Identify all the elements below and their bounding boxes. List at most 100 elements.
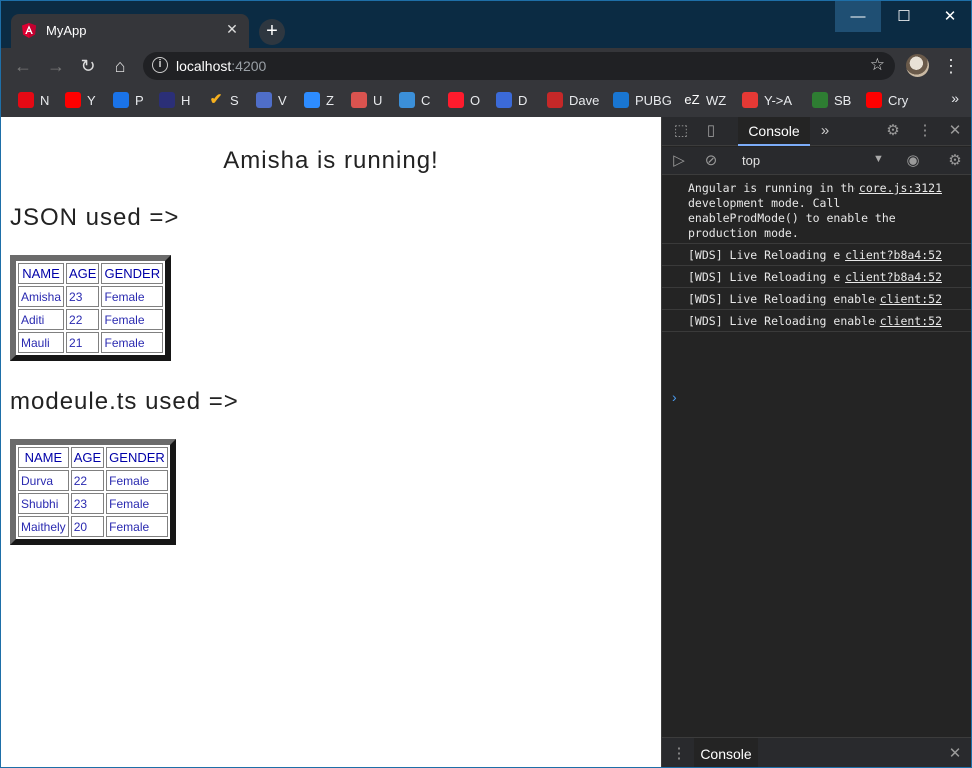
bookmark-item[interactable]: ✔ S <box>208 90 239 110</box>
save-icon <box>547 92 563 108</box>
tab-title: MyApp <box>46 23 87 38</box>
cell-age: 23 <box>66 286 100 307</box>
column-header-age: AGE <box>66 263 100 284</box>
live-expression-eye-icon[interactable]: ◉ <box>902 150 924 172</box>
browser-tab[interactable]: MyApp ✕ <box>11 14 249 48</box>
console-source-link[interactable]: core.js:3121 <box>854 181 942 196</box>
bookmark-label: V <box>278 92 287 108</box>
drawer-menu-icon[interactable]: ⋮ <box>668 743 690 765</box>
bookmark-item[interactable]: C <box>399 90 430 110</box>
column-header-gender: GENDER <box>101 263 164 284</box>
bookmark-item[interactable]: SB <box>812 90 851 110</box>
bookmark-item[interactable]: Y->A <box>742 90 792 110</box>
cell-gender: Female <box>101 286 164 307</box>
cell-age: 21 <box>66 332 100 353</box>
cell-name: Maithely <box>18 516 69 537</box>
settings-gear-icon[interactable]: ⚙ <box>882 120 904 142</box>
console-toolbar: ▷ ⊘ top ▼ ◉ ⚙ <box>662 147 971 175</box>
console-settings-gear-icon[interactable]: ⚙ <box>944 150 966 172</box>
minimize-button[interactable]: — <box>835 1 881 32</box>
cell-age: 22 <box>66 309 100 330</box>
bookmark-label: U <box>373 92 383 108</box>
ez-icon: eZ <box>684 92 700 107</box>
tab-console[interactable]: Console <box>738 117 810 146</box>
title-bar: MyApp ✕ + — ☐ ✕ <box>1 1 971 48</box>
table-row: Aditi 22 Female <box>18 309 164 330</box>
bookmark-item[interactable]: O <box>448 90 480 110</box>
bookmark-item[interactable]: H <box>159 90 190 110</box>
table-row: Maithely 20 Female <box>18 516 168 537</box>
cell-name: Aditi <box>18 309 65 330</box>
column-header-name: NAME <box>18 447 69 468</box>
console-prompt[interactable]: › <box>672 389 677 405</box>
cell-name: Mauli <box>18 332 65 353</box>
chevron-down-icon[interactable]: ▼ <box>873 153 884 165</box>
window-close-button[interactable]: ✕ <box>927 1 971 32</box>
bookmark-item[interactable]: N <box>18 90 49 110</box>
console-source-link[interactable]: client?b8a4:52 <box>841 270 942 285</box>
console-source-link[interactable]: client?b8a4:52 <box>841 248 942 263</box>
bookmark-item[interactable]: V <box>256 90 287 110</box>
bookmark-item[interactable]: D <box>496 90 527 110</box>
bookmark-item[interactable]: eZ WZ <box>684 90 726 110</box>
browser-menu-icon[interactable]: ⋮ <box>941 52 961 80</box>
new-tab-button[interactable]: + <box>259 19 285 45</box>
inspect-element-icon[interactable]: ⬚ <box>670 120 692 142</box>
bookmark-item[interactable]: PUBG <box>613 90 672 110</box>
bookmark-star-icon[interactable]: ☆ <box>870 55 885 75</box>
bookmark-label: Dave <box>569 92 600 108</box>
netflix-icon <box>18 92 34 108</box>
window-controls: — ☐ ✕ <box>835 1 971 32</box>
hindi-icon <box>159 92 175 108</box>
console-source-link[interactable]: client:52 <box>875 314 942 329</box>
bookmark-label: O <box>470 92 481 108</box>
drawer-tab-console[interactable]: Console <box>694 738 758 767</box>
devtools-menu-icon[interactable]: ⋮ <box>914 120 936 142</box>
module-table: NAME AGE GENDER Durva 22 Female Shubhi 23 Fem… <box>10 439 176 545</box>
bookmarks-overflow-icon[interactable]: » <box>951 90 959 106</box>
home-icon[interactable]: ⌂ <box>106 52 134 80</box>
bookmark-label: P <box>135 92 144 108</box>
address-bar[interactable]: i localhost:4200 ☆ <box>143 52 895 80</box>
play-icon <box>113 92 129 108</box>
devtools-tabbar: ⬚ ▯ Console » ⚙ ⋮ ✕ <box>662 117 971 146</box>
bookmark-item[interactable]: Cry <box>866 90 908 110</box>
back-arrow-icon[interactable]: ← <box>9 52 37 80</box>
table-row: Shubhi 23 Female <box>18 493 168 514</box>
forward-arrow-icon[interactable]: → <box>42 52 70 80</box>
tab-close-icon[interactable]: ✕ <box>223 20 241 38</box>
device-toolbar-icon[interactable]: ▯ <box>700 120 722 142</box>
table-row: Durva 22 Female <box>18 470 168 491</box>
context-selector[interactable]: top <box>742 153 760 168</box>
bookmark-item[interactable]: Dave <box>547 90 599 110</box>
cell-gender: Female <box>101 332 164 353</box>
bookmark-label: H <box>181 92 191 108</box>
bookmark-label: PUBG <box>635 92 672 108</box>
youtube-icon <box>866 92 882 108</box>
more-tabs-icon[interactable]: » <box>814 120 836 142</box>
bookmark-item[interactable]: Z <box>304 90 334 110</box>
column-header-age: AGE <box>70 447 105 468</box>
angular-icon <box>22 23 36 38</box>
devtools-close-icon[interactable]: ✕ <box>944 120 966 142</box>
show-sidebar-icon[interactable]: ▷ <box>668 150 690 172</box>
site-info-icon[interactable]: i <box>152 57 168 73</box>
reload-icon[interactable]: ↻ <box>74 52 102 80</box>
check-icon: ✔ <box>209 91 223 108</box>
browser-toolbar: ← → ↻ ⌂ i localhost:4200 ☆ ⋮ <box>1 48 971 84</box>
profile-avatar[interactable] <box>906 54 929 77</box>
bookmark-item[interactable]: U <box>351 90 382 110</box>
opera-icon <box>448 92 464 108</box>
console-source-link[interactable]: client:52 <box>875 292 942 307</box>
page-content: Amisha is running! JSON used => NAME AGE… <box>1 117 661 767</box>
e-icon <box>613 92 629 108</box>
bookmark-item[interactable]: P <box>113 90 144 110</box>
drawer-close-icon[interactable]: ✕ <box>944 743 966 765</box>
maximize-button[interactable]: ☐ <box>881 1 927 32</box>
bookmark-label: WZ <box>706 92 727 108</box>
table-header-row: NAME AGE GENDER <box>18 447 168 468</box>
clear-console-icon[interactable]: ⊘ <box>700 150 722 172</box>
bookmark-item[interactable]: Y <box>65 90 96 110</box>
table-row: Amisha 23 Female <box>18 286 164 307</box>
bookmark-label: Z <box>326 92 334 108</box>
